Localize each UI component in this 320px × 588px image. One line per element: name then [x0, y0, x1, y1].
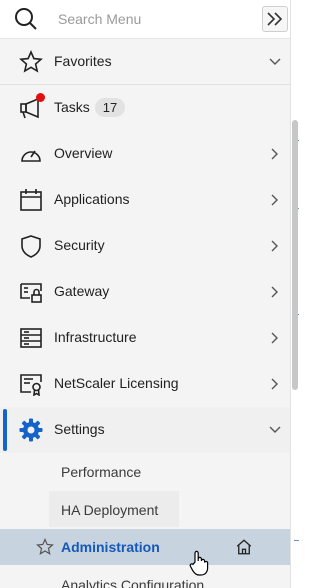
shield-icon — [19, 234, 43, 258]
search-input[interactable]: Search Menu — [58, 11, 141, 27]
submenu-item-administration[interactable]: Administration — [0, 529, 290, 565]
sidebar-item-settings[interactable]: Settings — [0, 407, 290, 453]
page-edge-mark — [294, 540, 299, 541]
favorites-section[interactable]: Favorites — [0, 39, 290, 85]
sidebar-item-label: NetScaler Licensing — [54, 375, 179, 391]
sidebar-item-security[interactable]: Security — [0, 223, 290, 269]
hand-cursor-icon — [189, 550, 209, 576]
search-bar: Search Menu — [0, 0, 290, 39]
chevron-right-icon — [268, 147, 282, 161]
chevron-down-icon — [268, 55, 282, 69]
sidebar-item-label: Gateway — [54, 283, 110, 299]
tasks-count-badge: 17 — [95, 98, 125, 117]
sidebar-item-tasks[interactable]: Tasks — [0, 85, 290, 131]
star-icon — [19, 50, 43, 74]
sidebar-item-netscaler-licensing[interactable]: NetScaler Licensing — [0, 361, 290, 407]
server-icon — [19, 326, 43, 350]
active-indicator — [3, 409, 7, 451]
chevron-right-icon — [268, 331, 282, 345]
sidebar-item-label: Tasks — [54, 99, 90, 115]
search-icon[interactable] — [14, 7, 38, 31]
double-chevron-right-icon — [267, 12, 283, 26]
license-certificate-icon — [19, 372, 43, 396]
notification-dot — [36, 93, 45, 102]
collapse-menu-button[interactable] — [262, 6, 288, 32]
favorites-label: Favorites — [54, 53, 112, 69]
submenu-item-analytics-configuration[interactable]: Analytics Configuration — [0, 566, 290, 588]
submenu-item-label: HA Deployment — [61, 502, 159, 518]
sidebar-item-applications[interactable]: Applications — [0, 177, 290, 223]
gauge-icon — [19, 142, 43, 166]
sidebar-item-overview[interactable]: Overview — [0, 131, 290, 177]
sidebar-item-label: Overview — [54, 145, 113, 161]
submenu-item-label: Performance — [61, 464, 142, 480]
sidebar-item-label: Infrastructure — [54, 329, 137, 345]
sidebar-item-gateway[interactable]: Gateway — [0, 269, 290, 315]
chevron-right-icon — [268, 285, 282, 299]
sidebar-item-label: Settings — [54, 421, 105, 437]
submenu-item-label: Administration — [61, 539, 160, 555]
submenu-item-ha-deployment[interactable]: HA Deployment — [0, 491, 290, 529]
scrollbar-thumb[interactable] — [292, 120, 298, 390]
submenu-item-label: Analytics Configuration — [61, 577, 205, 588]
chevron-down-icon — [268, 423, 282, 437]
chevron-right-icon — [268, 239, 282, 253]
home-icon[interactable] — [235, 538, 253, 556]
sidebar-item-label: Security — [54, 237, 105, 253]
chevron-right-icon — [268, 377, 282, 391]
gateway-lock-icon — [19, 280, 43, 304]
chevron-right-icon — [268, 193, 282, 207]
sidebar-item-label: Applications — [54, 191, 130, 207]
gear-icon — [19, 418, 43, 442]
side-menu: Search Menu Favorites Tasks 17 Overview … — [0, 0, 290, 588]
add-favorite-star-icon[interactable] — [36, 538, 54, 556]
submenu-item-performance[interactable]: Performance — [0, 453, 290, 491]
sidebar-item-infrastructure[interactable]: Infrastructure — [0, 315, 290, 361]
calendar-icon — [19, 188, 43, 212]
